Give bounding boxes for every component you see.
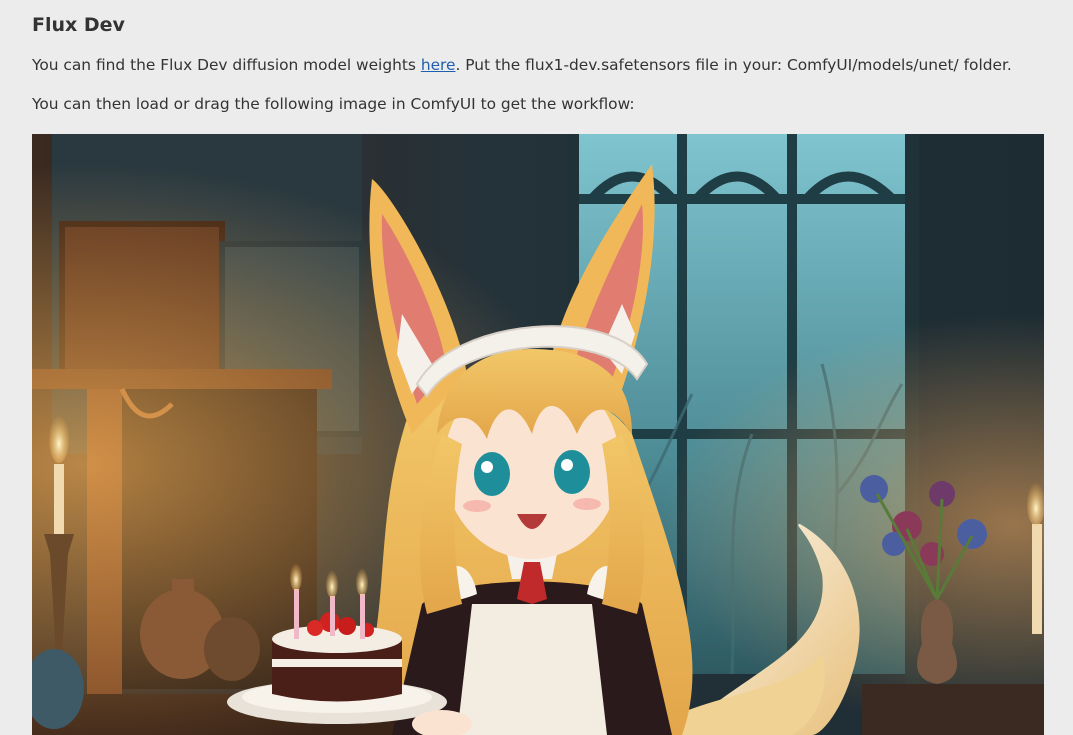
section-heading: Flux Dev xyxy=(32,14,125,36)
weights-download-link[interactable]: here xyxy=(421,56,456,74)
illustration-svg xyxy=(32,134,1044,735)
workflow-paragraph: You can then load or drag the following … xyxy=(32,95,635,113)
weights-paragraph: You can find the Flux Dev diffusion mode… xyxy=(32,56,1012,74)
workflow-example-image[interactable] xyxy=(32,134,1044,735)
weights-text-after: . Put the flux1-dev.safetensors file in … xyxy=(455,56,1012,74)
weights-text-before: You can find the Flux Dev diffusion mode… xyxy=(32,56,421,74)
side-table xyxy=(862,684,1044,735)
